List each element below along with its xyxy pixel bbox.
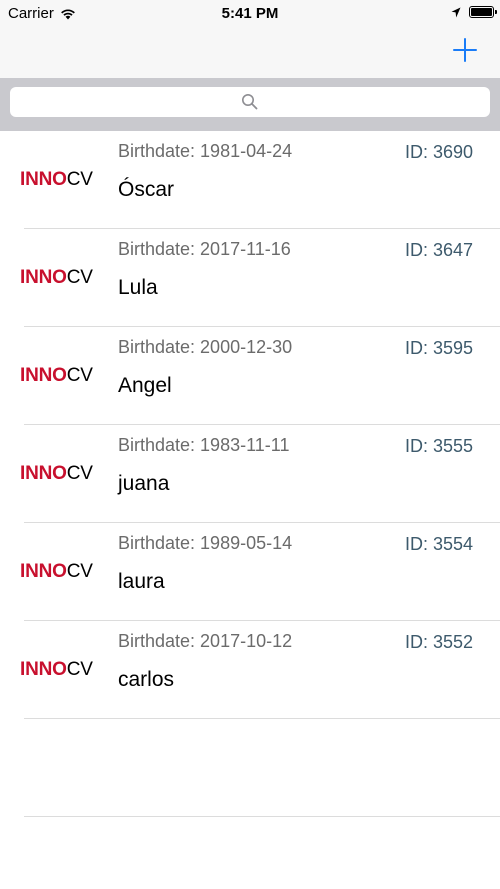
battery-level bbox=[471, 8, 492, 16]
user-id-label: ID: 3554 bbox=[405, 534, 474, 554]
innocv-logo: INNOCV bbox=[20, 365, 93, 386]
innocv-logo: INNOCV bbox=[20, 463, 93, 484]
user-name: Lula bbox=[118, 276, 158, 299]
user-id-label: ID: 3595 bbox=[405, 338, 474, 358]
status-bar: Carrier 5:41 PM bbox=[0, 0, 500, 28]
birthdate-label: Birthdate: 2017-11-16 bbox=[118, 239, 291, 259]
search-icon bbox=[242, 94, 258, 110]
user-id-label: ID: 3555 bbox=[405, 436, 474, 456]
search-input[interactable] bbox=[10, 87, 490, 117]
birthdate-label: Birthdate: 2017-10-12 bbox=[118, 631, 293, 651]
user-name: Angel bbox=[118, 374, 172, 397]
birthdate-label: Birthdate: 1981-04-24 bbox=[118, 141, 293, 161]
add-user-button[interactable] bbox=[452, 37, 478, 63]
birthdate-label: Birthdate: 2000-12-30 bbox=[118, 337, 293, 357]
location-arrow-icon bbox=[451, 7, 461, 17]
list-item[interactable]: INNOCV Birthdate: 2017-10-12 ID: 3552 ca… bbox=[0, 621, 500, 719]
list-item[interactable]: INNOCV Birthdate: 1981-04-24 ID: 3690 Ós… bbox=[0, 131, 500, 229]
innocv-logo: INNOCV bbox=[20, 169, 93, 190]
birthdate-label: Birthdate: 1983-11-11 bbox=[118, 435, 290, 455]
user-name: Óscar bbox=[118, 178, 175, 201]
search-bar bbox=[0, 78, 500, 131]
status-time: 5:41 PM bbox=[221, 5, 279, 22]
user-name: carlos bbox=[118, 668, 175, 691]
status-right-indicators bbox=[451, 6, 497, 18]
list-item[interactable]: INNOCV Birthdate: 2017-11-16 ID: 3647 Lu… bbox=[0, 229, 500, 327]
list-item[interactable]: INNOCV Birthdate: 1983-11-11 ID: 3555 ju… bbox=[0, 425, 500, 523]
user-name: juana bbox=[118, 472, 170, 495]
list-item[interactable]: INNOCV Birthdate: 2000-12-30 ID: 3595 An… bbox=[0, 327, 500, 425]
user-id-label: ID: 3647 bbox=[405, 240, 474, 260]
innocv-logo: INNOCV bbox=[20, 561, 93, 582]
empty-list-row bbox=[0, 719, 500, 817]
user-name: laura bbox=[118, 570, 165, 593]
list-item[interactable]: INNOCV Birthdate: 1989-05-14 ID: 3554 la… bbox=[0, 523, 500, 621]
user-id-label: ID: 3690 bbox=[405, 142, 474, 162]
battery-icon bbox=[469, 6, 497, 18]
innocv-logo: INNOCV bbox=[20, 659, 93, 680]
birthdate-label: Birthdate: 1989-05-14 bbox=[118, 533, 293, 553]
user-id-label: ID: 3552 bbox=[405, 632, 474, 652]
battery-tip bbox=[495, 10, 497, 14]
innocv-logo: INNOCV bbox=[20, 267, 93, 288]
user-list: INNOCV Birthdate: 1981-04-24 ID: 3690 Ós… bbox=[0, 131, 500, 817]
navigation-bar bbox=[0, 28, 500, 78]
